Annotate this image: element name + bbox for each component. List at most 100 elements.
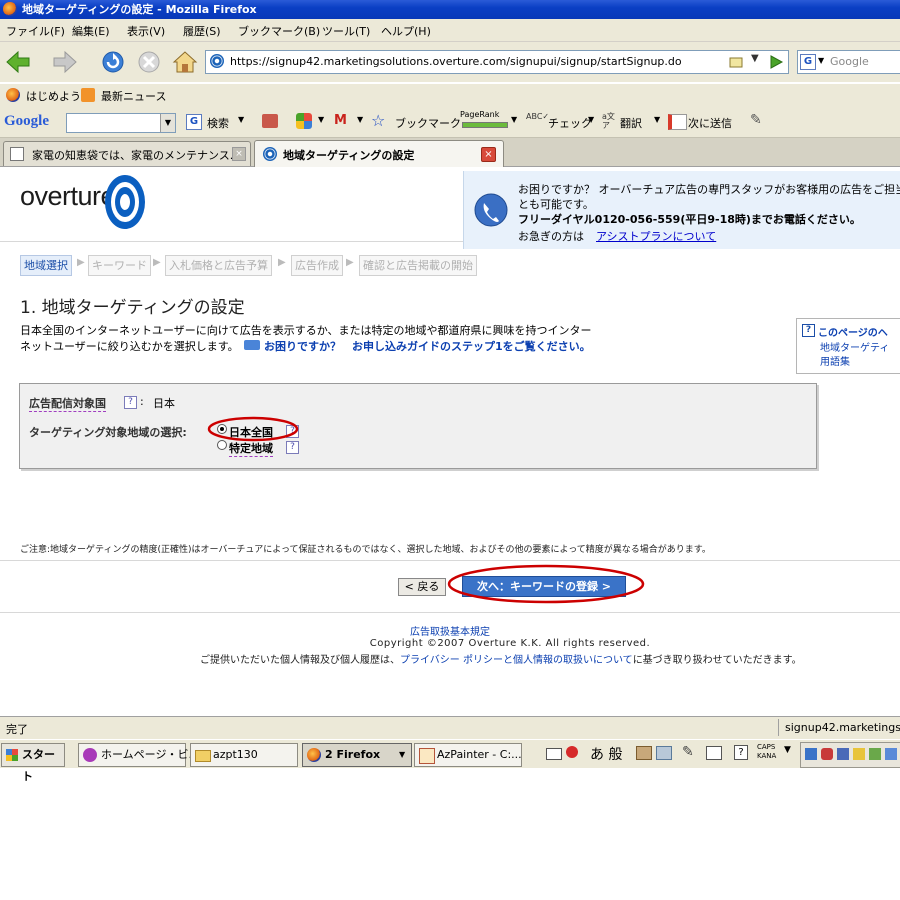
ime-pen-icon[interactable]: ✎ <box>682 744 694 760</box>
google-input-dropdown-icon[interactable]: ▼ <box>160 114 175 132</box>
taskbar-item-label: AzPainter - C:... <box>437 748 522 761</box>
search-dropdown-icon[interactable]: ▼ <box>238 115 244 124</box>
country-help-icon[interactable]: ? <box>124 396 137 409</box>
forward-arrow-icon[interactable] <box>52 50 78 74</box>
menu-bar: ファイル(F) 編集(E) 表示(V) 履歴(S) ブックマーク(B) ツール(… <box>0 19 900 42</box>
ime-tool-icon[interactable] <box>656 746 672 760</box>
google-bookmark-button[interactable]: ブックマーク <box>395 115 461 131</box>
menu-help[interactable]: ヘルプ(H) <box>381 23 431 39</box>
keyboard-icon[interactable] <box>546 748 562 760</box>
taskbar-item-homepage[interactable]: ホームページ・ビ... <box>78 743 199 767</box>
privacy-suffix: に基づき取り扱わせていただきます。 <box>632 655 802 666</box>
step-bid: 入札価格と広告予算 <box>165 255 272 276</box>
google-toolbar-input[interactable]: ▼ <box>66 113 176 133</box>
tray-shield-icon[interactable] <box>821 748 833 760</box>
tab-close-icon[interactable]: × <box>232 147 246 161</box>
go-icon[interactable] <box>768 54 784 70</box>
help-text-line4: お急ぎの方は <box>518 230 584 243</box>
taskbar-item-firefox[interactable]: 2 Firefox ▼ <box>302 743 412 767</box>
translate-dropdown-icon[interactable]: ▼ <box>654 115 660 124</box>
search-input[interactable]: G ▼ Google <box>797 50 900 74</box>
ime-pad-icon[interactable] <box>706 746 722 760</box>
system-tray <box>800 742 900 768</box>
guide-step1-link[interactable]: お困りですか？ お申し込みガイドのステップ1をご覧ください。 <box>264 338 591 354</box>
popup-blocker-icon[interactable] <box>262 114 278 128</box>
gmail-dropdown-icon[interactable]: ▼ <box>357 115 363 124</box>
group-dropdown-icon[interactable]: ▼ <box>399 744 405 766</box>
start-button[interactable]: スタート <box>1 743 65 783</box>
apps-dropdown-icon[interactable]: ▼ <box>318 115 324 124</box>
country-label: 広告配信対象国 <box>29 397 106 412</box>
translate-button[interactable]: 翻訳 <box>620 115 642 131</box>
tab-bar: 家電の知恵袋では、家電のメンテナンス... × 地域ターゲティングの設定 × <box>0 138 900 167</box>
menu-history[interactable]: 履歴(S) <box>183 23 221 39</box>
menu-view[interactable]: 表示(V) <box>127 23 165 39</box>
ime-mode[interactable]: あ 般 <box>590 744 622 764</box>
url-input[interactable]: https://signup42.marketingsolutions.over… <box>205 50 789 74</box>
bookmarks-toolbar: はじめよう 最新ニュース <box>0 83 900 108</box>
star-icon[interactable]: ☆ <box>371 111 385 130</box>
bookmark-latest-news[interactable]: 最新ニュース <box>101 88 166 104</box>
side-link-geo[interactable]: 地域ターゲティ <box>820 339 889 354</box>
settings-pencil-icon[interactable]: ✎ <box>750 112 762 128</box>
tab-geo-targeting[interactable]: 地域ターゲティングの設定 × <box>254 140 504 167</box>
send-to-button[interactable]: 次に送信 <box>688 115 732 131</box>
taskbar-item-azpt130[interactable]: azpt130 <box>190 743 298 767</box>
status-text: 完了 <box>6 723 28 736</box>
menu-file[interactable]: ファイル(F) <box>6 23 65 39</box>
ime-status-icon[interactable] <box>566 746 578 758</box>
google-toolbar: Google ▼ G 検索 ▼ ▼ M ▼ ☆ ブックマーク PageRank … <box>0 107 900 138</box>
red-annotation-ellipse <box>447 564 645 604</box>
help-text-line2: とも可能です。 <box>518 198 594 211</box>
accuracy-notice: ご注意:地域ターゲティングの精度(正確性)はオーバーチュアによって保証されるもの… <box>20 545 711 555</box>
home-icon[interactable] <box>172 50 198 74</box>
tab-close-icon[interactable]: × <box>481 147 496 162</box>
tab-kaden[interactable]: 家電の知恵袋では、家電のメンテナンス... × <box>3 141 251 166</box>
menu-tools[interactable]: ツール(T) <box>322 23 370 39</box>
tray-warning-icon[interactable] <box>853 748 865 760</box>
divider <box>0 612 900 613</box>
stop-icon[interactable] <box>136 50 162 74</box>
menu-bookmarks[interactable]: ブックマーク(B) <box>238 23 320 39</box>
ime-dictionary-icon[interactable] <box>636 746 652 760</box>
privacy-policy-link[interactable]: プライバシー ポリシーと個人情報の取扱いについて <box>400 655 633 666</box>
side-link-glossary[interactable]: 用語集 <box>820 353 850 368</box>
spellcheck-button[interactable]: チェック <box>548 115 592 131</box>
privacy-notice: ご提供いただいた個人情報及び個人履歴は、プライバシー ポリシーと個人情報の取扱い… <box>200 651 900 666</box>
translate-icon: a文ア <box>602 112 615 130</box>
reload-icon[interactable] <box>100 50 126 74</box>
azpainter-icon <box>419 748 435 764</box>
tray-app-icon[interactable] <box>869 748 881 760</box>
taskbar-item-label: 2 Firefox <box>325 748 381 761</box>
menu-edit[interactable]: 編集(E) <box>72 23 110 39</box>
windows-logo-icon <box>6 749 18 761</box>
back-arrow-icon[interactable] <box>5 50 31 74</box>
check-dropdown-icon[interactable]: ▼ <box>588 115 594 124</box>
url-dropdown-icon[interactable]: ▼ <box>751 53 759 64</box>
tray-security-icon[interactable] <box>837 748 849 760</box>
privacy-prefix: ご提供いただいた個人情報及び個人履歴は、 <box>200 655 400 666</box>
tray-network-icon[interactable] <box>805 748 817 760</box>
bookmark-getting-started[interactable]: はじめよう <box>26 88 81 104</box>
page-icon <box>10 147 24 161</box>
google-g-icon: G <box>186 114 202 130</box>
tab-label: 家電の知恵袋では、家電のメンテナンス... <box>32 149 241 162</box>
divider <box>0 560 900 561</box>
pagerank-dropdown-icon[interactable]: ▼ <box>511 115 517 124</box>
certificate-icon[interactable] <box>728 54 744 70</box>
terms-link[interactable]: 広告取扱基本規定 <box>0 623 900 638</box>
search-engine-dropdown-icon[interactable]: ▼ <box>818 56 824 65</box>
assist-plan-link[interactable]: アシストプランについて <box>596 228 716 244</box>
ime-options-icon[interactable]: ▼ <box>784 745 791 755</box>
back-button[interactable]: < 戻る <box>398 578 446 596</box>
gmail-icon[interactable]: M <box>334 114 347 127</box>
title-bar: 地域ターゲティングの設定 - Mozilla Firefox <box>0 0 900 19</box>
help-question-icon: ? <box>802 324 815 337</box>
region-label: ターゲティング対象地域の選択: <box>29 426 187 439</box>
tray-volume-icon[interactable] <box>885 748 897 760</box>
google-search-button[interactable]: 検索 <box>207 115 229 131</box>
google-apps-icon[interactable] <box>296 113 312 129</box>
ime-help-icon[interactable]: ? <box>734 745 748 760</box>
step-arrow-icon: ▶ <box>77 257 85 268</box>
taskbar-item-azpainter[interactable]: AzPainter - C:... <box>414 743 522 767</box>
